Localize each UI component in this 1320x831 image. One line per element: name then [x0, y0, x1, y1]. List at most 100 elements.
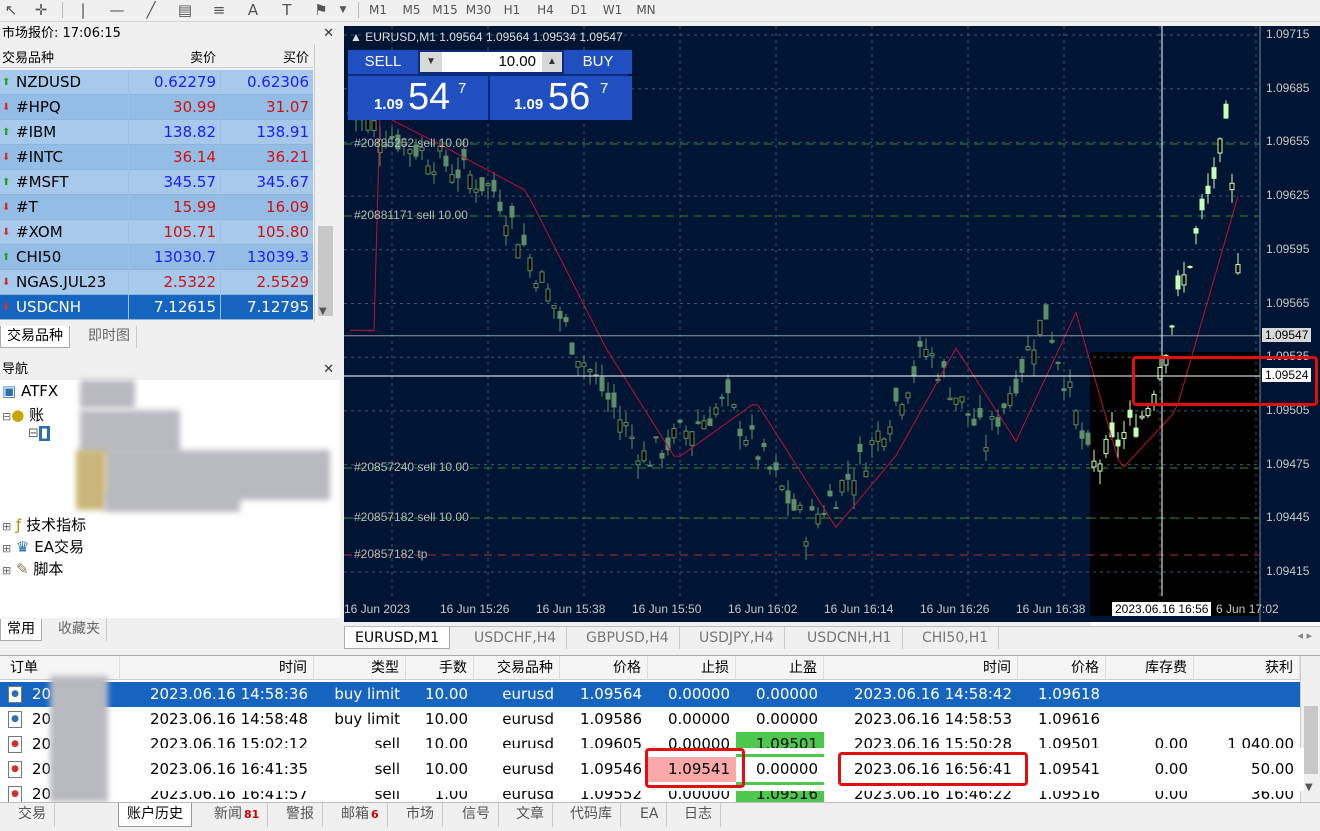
symbol-name: #HPQ [16, 98, 61, 116]
market-row[interactable]: ⬇ #HPQ 30.99 31.07 [0, 95, 313, 120]
timeframe-m15[interactable]: M15 [431, 0, 459, 20]
chart-tabs-scroll[interactable]: ◂ ▸ [1297, 629, 1312, 642]
col-ask[interactable]: 买价 [220, 47, 309, 66]
timeframe-h4[interactable]: H4 [532, 0, 560, 20]
shapes-icon[interactable]: ⚑ [310, 0, 332, 20]
market-row[interactable]: ⬆ CHI50 13030.7 13039.3 [0, 245, 313, 270]
cell-lots: 10.00 [425, 685, 468, 703]
col-type[interactable]: 类型 [314, 656, 406, 680]
market-row[interactable]: ⬆ #IBM 138.82 138.91 [0, 120, 313, 145]
lot-decrease-button[interactable]: ▼ [420, 52, 442, 72]
symbol-name: USDCNH [16, 298, 82, 316]
tab-symbols[interactable]: 交易品种 [0, 326, 70, 348]
chart-tab[interactable]: USDCHF,H4 [464, 627, 568, 649]
sell-button[interactable]: SELL [348, 50, 418, 74]
cell-lots: 10.00 [425, 760, 468, 778]
dropdown-icon[interactable]: ▼ [332, 0, 354, 20]
vertical-line-icon[interactable]: | [72, 0, 94, 20]
nav-broker[interactable]: ▣ ATFX [2, 382, 58, 402]
lot-increase-button[interactable]: ▲ [542, 52, 562, 72]
col-sl[interactable]: 止损 [648, 656, 736, 680]
close-icon[interactable]: ✕ [323, 360, 334, 380]
market-row[interactable]: ⬇ #T 15.99 16.09 [0, 195, 313, 220]
col-open_time[interactable]: 时间 [120, 656, 314, 680]
time-label: 16 Jun 16:14 [824, 602, 894, 616]
fibo-fan-icon[interactable]: ≡ [208, 0, 230, 20]
cell-open_time: 2023.06.16 14:58:36 [149, 685, 308, 703]
order-line-label: #20857182 sell 10.00 [354, 510, 469, 524]
nav-account-node[interactable]: ⊟ ▮ [28, 426, 51, 441]
terminal-tab[interactable]: 账户历史 [118, 803, 192, 827]
cursor-icon[interactable]: ↖ [0, 0, 22, 20]
terminal-tab[interactable]: 代码库 [562, 803, 621, 827]
timeframe-h1[interactable]: H1 [498, 0, 526, 20]
table-row[interactable]: 20 2023.06.16 14:58:36 buy limit 10.00 eurus… [0, 682, 1300, 707]
tab-favorites[interactable]: 收藏夹 [52, 619, 107, 641]
terminal-tab[interactable]: 信号 [454, 803, 499, 827]
navigator-title: 导航 ✕ [0, 360, 340, 380]
nav-scripts[interactable]: ⊞ ✎ 脚本 [2, 558, 63, 579]
text-icon[interactable]: A [242, 0, 264, 20]
col-price[interactable]: 价格 [560, 656, 648, 680]
market-row[interactable]: ⬇ USDCNH 7.12615 7.12795 [0, 295, 313, 320]
timeframe-mn[interactable]: MN [632, 0, 660, 20]
terminal-tab[interactable]: 文章 [508, 803, 553, 827]
text-label-icon[interactable]: T [276, 0, 298, 20]
col-lots[interactable]: 手数 [406, 656, 474, 680]
chart-tab[interactable]: GBPUSD,H4 [576, 627, 680, 649]
terminal-tab[interactable]: 邮箱 6 [333, 803, 388, 827]
sell-price-box[interactable]: 1.09 54 7 [348, 76, 488, 120]
terminal-scrollbar[interactable]: ▼ [1300, 656, 1320, 803]
market-row[interactable]: ⬇ NGAS.JUL23 2.5322 2.5529 [0, 270, 313, 295]
trendline-icon[interactable]: ╱ [140, 0, 162, 20]
market-row[interactable]: ⬆ #MSFT 345.57 345.67 [0, 170, 313, 195]
table-row[interactable]: 20 2023.06.16 14:58:48 buy limit 10.00 eurus… [0, 707, 1300, 732]
col-close_time[interactable]: 时间 [824, 656, 1018, 680]
buy-button[interactable]: BUY [564, 50, 632, 74]
buy-price-box[interactable]: 1.09 56 7 [490, 76, 632, 120]
timeframe-m1[interactable]: M1 [364, 0, 392, 20]
tab-tick-chart[interactable]: 即时图 [82, 326, 137, 348]
terminal-tab[interactable]: 交易 [10, 803, 55, 827]
chart-tab[interactable]: USDCNH,H1 [797, 627, 903, 649]
cell-close_price: 1.09618 [1037, 685, 1100, 703]
col-tp[interactable]: 止盈 [736, 656, 824, 680]
timeframe-d1[interactable]: D1 [565, 0, 593, 20]
col-profit[interactable]: 获利 [1194, 656, 1300, 680]
cell-type: buy limit [334, 710, 400, 728]
tab-common[interactable]: 常用 [0, 619, 42, 641]
lot-input[interactable]: 10.00 [442, 52, 542, 72]
cell-price: 1.09605 [579, 735, 642, 753]
market-row[interactable]: ⬇ #XOM 105.71 105.80 [0, 220, 313, 245]
terminal-tab[interactable]: 市场 [398, 803, 443, 827]
fibo-icon[interactable]: ▤ [174, 0, 196, 20]
nav-expert-advisors[interactable]: ⊞ ♛ EA交易 [2, 536, 84, 557]
bid-price: 15.99 [128, 195, 220, 220]
terminal-tab[interactable]: 日志 [676, 803, 721, 827]
timeframe-m5[interactable]: M5 [398, 0, 426, 20]
market-watch-scrollbar[interactable]: ▼ [314, 44, 336, 322]
terminal-tab[interactable]: 警报 [278, 803, 323, 827]
timeframe-w1[interactable]: W1 [599, 0, 627, 20]
price-chart[interactable]: ▲ EURUSD,M1 1.09564 1.09564 1.09534 1.09… [344, 26, 1320, 622]
nav-accounts[interactable]: ⊟● 账 [2, 404, 44, 425]
crosshair-icon[interactable]: ✛ [30, 0, 52, 20]
terminal-tab[interactable]: 新闻 81 [206, 803, 269, 827]
nav-indicators[interactable]: ⊞ ƒ 技术指标 [2, 514, 86, 535]
col-symbol[interactable]: 交易品种 [474, 656, 560, 680]
col-close_price[interactable]: 价格 [1018, 656, 1106, 680]
horizontal-line-icon[interactable]: — [106, 0, 128, 20]
close-icon[interactable]: ✕ [323, 24, 334, 44]
ask-price: 13039.3 [220, 245, 313, 270]
chart-tab[interactable]: USDJPY,H4 [689, 627, 785, 649]
terminal-tab[interactable]: EA [632, 803, 668, 827]
timeframe-m30[interactable]: M30 [465, 0, 493, 20]
col-symbol[interactable]: 交易品种 [2, 47, 54, 66]
chart-tab[interactable]: EURUSD,M1 [344, 627, 451, 649]
col-bid[interactable]: 卖价 [128, 47, 216, 66]
market-row[interactable]: ⬆ NZDUSD 0.62279 0.62306 [0, 70, 313, 95]
market-row[interactable]: ⬇ #INTC 36.14 36.21 [0, 145, 313, 170]
chart-tab[interactable]: CHI50,H1 [912, 627, 1000, 649]
symbol-name: CHI50 [16, 248, 62, 266]
col-swap[interactable]: 库存费 [1106, 656, 1194, 680]
